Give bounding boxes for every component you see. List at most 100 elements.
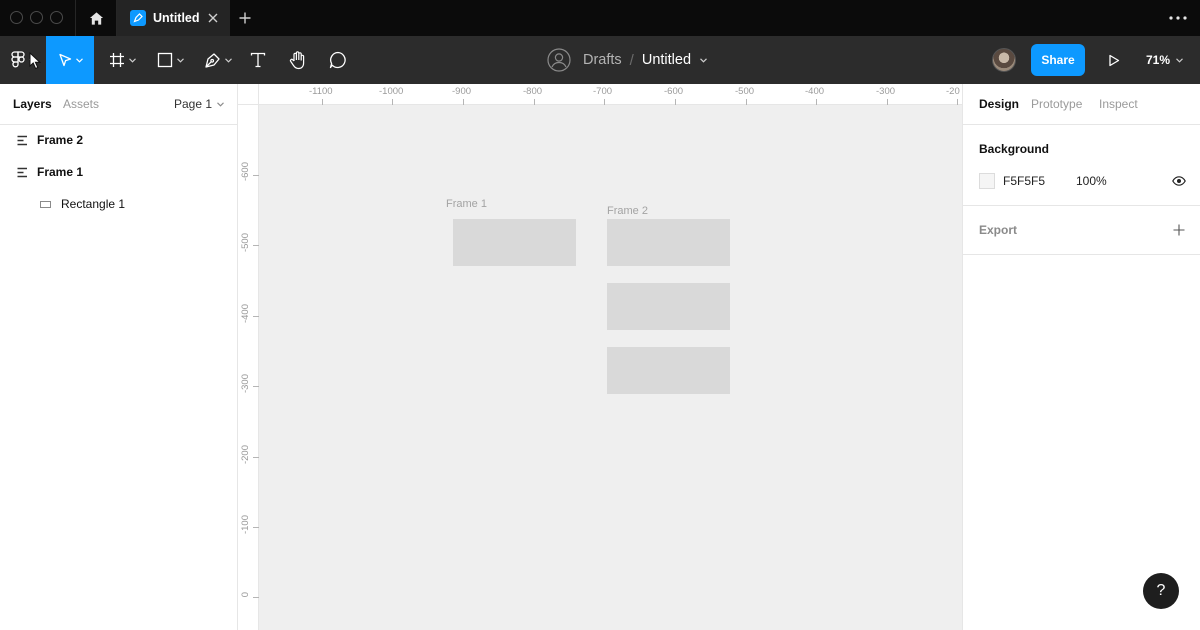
tab-assets[interactable]: Assets xyxy=(63,97,99,111)
window-close-button[interactable] xyxy=(10,11,23,24)
rectangle-layer-icon xyxy=(39,198,51,210)
more-horizontal-icon[interactable] xyxy=(1166,9,1190,27)
ruler-tick xyxy=(253,597,259,598)
tab-design[interactable]: Design xyxy=(979,97,1019,111)
ruler-tick xyxy=(534,99,535,105)
eye-icon[interactable] xyxy=(1171,174,1187,188)
comment-tool-button[interactable] xyxy=(324,36,352,84)
ruler-tick xyxy=(604,99,605,105)
background-opacity-input[interactable]: 100% xyxy=(1076,174,1107,188)
chevron-down-icon xyxy=(176,57,184,63)
plus-icon[interactable] xyxy=(1171,222,1187,238)
comment-icon xyxy=(329,51,346,69)
chevron-down-icon[interactable] xyxy=(700,57,707,63)
frame-2-item[interactable] xyxy=(607,347,730,394)
play-icon xyxy=(1109,54,1120,66)
main-menu-button[interactable] xyxy=(0,36,46,84)
home-button[interactable] xyxy=(76,0,116,36)
ruler-tick xyxy=(392,99,393,105)
ruler-tick xyxy=(816,99,817,105)
text-icon xyxy=(250,52,266,68)
breadcrumb-project[interactable]: Drafts xyxy=(583,52,622,68)
tab-inspect[interactable]: Inspect xyxy=(1099,97,1138,111)
plus-icon[interactable] xyxy=(236,9,254,27)
ruler-label: 0 xyxy=(240,592,251,598)
move-tool-button[interactable] xyxy=(46,36,94,84)
avatar[interactable] xyxy=(992,48,1016,72)
figma-file-icon xyxy=(130,10,146,26)
close-icon[interactable] xyxy=(205,10,221,26)
layer-label: Frame 2 xyxy=(37,133,84,147)
ruler-corner xyxy=(238,84,259,105)
zoom-level: 71% xyxy=(1146,53,1171,67)
ruler-label: -500 xyxy=(735,86,755,97)
ruler-label: -600 xyxy=(664,86,684,97)
background-hex-input[interactable]: F5F5F5 xyxy=(1003,174,1045,188)
pen-icon xyxy=(205,52,220,68)
ruler-tick xyxy=(746,99,747,105)
vertical-ruler: -600 -500 -400 -300 -200 -100 0 xyxy=(238,84,259,630)
ruler-tick xyxy=(253,386,259,387)
pen-tool-button[interactable] xyxy=(196,36,240,84)
ruler-label: -1100 xyxy=(309,86,333,97)
tab-prototype[interactable]: Prototype xyxy=(1031,97,1082,111)
page-selector[interactable]: Page 1 xyxy=(174,97,224,111)
help-button[interactable]: ? xyxy=(1143,573,1179,609)
frame-icon xyxy=(109,53,124,67)
layer-row-frame-2[interactable]: Frame 2 xyxy=(0,124,237,156)
frame-1-label[interactable]: Frame 1 xyxy=(446,198,487,210)
layer-label: Rectangle 1 xyxy=(61,197,126,211)
frame-tool-button[interactable] xyxy=(100,36,144,84)
file-tab[interactable]: Untitled xyxy=(117,0,230,36)
ruler-tick xyxy=(253,316,259,317)
figma-logo-icon xyxy=(10,51,25,68)
layer-label: Frame 1 xyxy=(37,165,84,179)
background-color-swatch[interactable] xyxy=(979,173,995,189)
canvas[interactable]: -1100 -1000 -900 -800 -700 -600 -500 -40… xyxy=(238,84,962,630)
properties-panel: Design Prototype Inspect Background F5F5… xyxy=(962,84,1200,630)
breadcrumb-file-name[interactable]: Untitled xyxy=(642,52,691,68)
file-tab-title: Untitled xyxy=(153,11,200,25)
chevron-down-icon xyxy=(1176,57,1183,63)
ruler-tick xyxy=(463,99,464,105)
zoom-menu[interactable]: 71% xyxy=(1146,48,1183,72)
right-panel-tabs: Design Prototype Inspect xyxy=(963,84,1200,125)
ruler-tick xyxy=(675,99,676,105)
frame-1[interactable] xyxy=(453,219,576,266)
window-minimize-button[interactable] xyxy=(30,11,43,24)
frame-2-item[interactable] xyxy=(607,219,730,266)
rectangle-icon xyxy=(157,52,172,68)
breadcrumb-separator: / xyxy=(629,51,634,69)
frame-2-item[interactable] xyxy=(607,283,730,330)
present-button[interactable] xyxy=(1106,52,1122,68)
hand-icon xyxy=(289,50,305,69)
share-button[interactable]: Share xyxy=(1031,44,1085,76)
section-divider xyxy=(963,254,1200,255)
text-tool-button[interactable] xyxy=(244,36,272,84)
ruler-label: -700 xyxy=(593,86,613,97)
layer-row-rectangle-1[interactable]: Rectangle 1 xyxy=(0,188,237,220)
left-panel-tabs: Layers Assets Page 1 xyxy=(0,84,237,125)
chevron-down-icon xyxy=(217,101,224,107)
ruler-label: -300 xyxy=(876,86,896,97)
auto-layout-frame-icon xyxy=(16,134,28,146)
ruler-label: -800 xyxy=(523,86,543,97)
horizontal-ruler: -1100 -1000 -900 -800 -700 -600 -500 -40… xyxy=(259,84,962,105)
ruler-label: -600 xyxy=(240,162,251,182)
export-section-title: Export xyxy=(979,223,1018,237)
layer-row-frame-1[interactable]: Frame 1 xyxy=(0,156,237,188)
hand-tool-button[interactable] xyxy=(284,36,312,84)
ruler-tick xyxy=(253,457,259,458)
chevron-down-icon xyxy=(225,57,232,63)
ruler-tick xyxy=(322,99,323,105)
tab-layers[interactable]: Layers xyxy=(13,97,52,111)
window-zoom-button[interactable] xyxy=(50,11,63,24)
cursor-icon xyxy=(29,52,42,70)
ruler-label: -20 xyxy=(946,86,960,97)
ruler-label: -900 xyxy=(452,86,472,97)
toolbar: Drafts / Untitled xyxy=(0,36,1200,84)
shape-tool-button[interactable] xyxy=(148,36,192,84)
auto-layout-frame-icon xyxy=(16,166,28,178)
ruler-tick xyxy=(253,527,259,528)
frame-2-label[interactable]: Frame 2 xyxy=(607,205,648,217)
